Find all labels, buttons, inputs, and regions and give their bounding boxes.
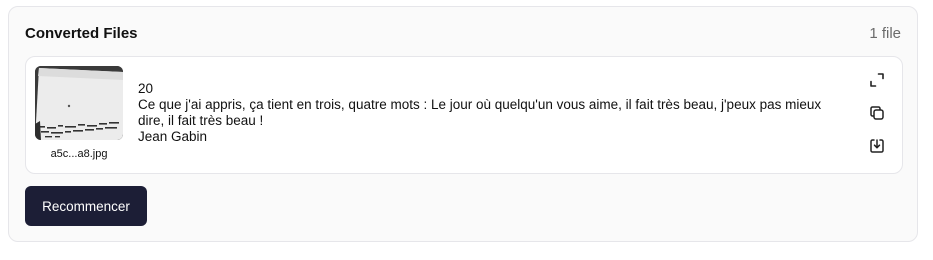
converted-files-panel: Converted Files 1 file a5c...a8.jpg 20 C…	[8, 6, 918, 242]
converted-file-card: a5c...a8.jpg 20 Ce que j'ai appris, ça t…	[25, 56, 903, 174]
text-line: Jean Gabin	[138, 129, 208, 144]
restart-button[interactable]: Recommencer	[25, 186, 147, 226]
copy-icon	[869, 105, 885, 126]
expand-icon	[869, 72, 885, 93]
text-line: dire, il fait très beau !	[138, 113, 264, 128]
file-count: 1 file	[869, 24, 901, 42]
image-thumbnail[interactable]	[35, 66, 123, 140]
file-actions	[866, 71, 888, 170]
thumbnail-container[interactable]: a5c...a8.jpg	[35, 66, 123, 160]
extracted-text: 20 Ce que j'ai appris, ça tient en trois…	[138, 81, 850, 145]
text-line: 20	[138, 81, 154, 96]
panel-header: Converted Files 1 file	[25, 23, 901, 43]
expand-button[interactable]	[866, 71, 888, 93]
text-line: Ce que j'ai appris, ça tient en trois, q…	[138, 97, 822, 112]
download-button[interactable]	[866, 137, 888, 159]
thumbnail-filename: a5c...a8.jpg	[50, 148, 108, 160]
copy-button[interactable]	[866, 104, 888, 126]
download-icon	[869, 138, 885, 159]
panel-title: Converted Files	[25, 24, 138, 42]
